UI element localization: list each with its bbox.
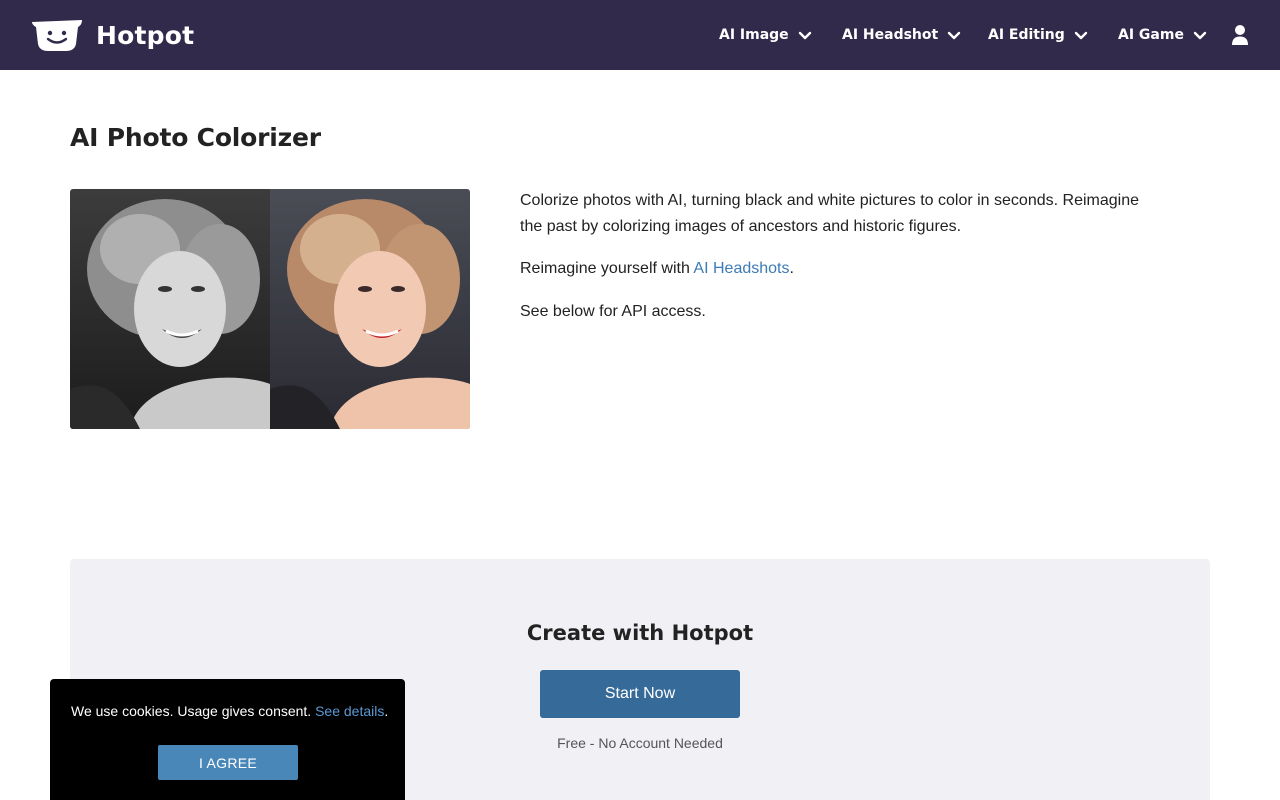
create-title: Create with Hotpot	[526, 621, 754, 645]
nav-ai-headshot-label: AI Headshot	[842, 27, 939, 43]
cookie-suffix: .	[384, 703, 389, 719]
nav-ai-editing-label: AI Editing	[988, 27, 1065, 43]
chevron-down-icon	[798, 31, 811, 39]
nav-ai-editing[interactable]: AI Editing	[988, 23, 1088, 47]
nav-ai-image-label: AI Image	[719, 27, 789, 43]
cookie-banner: We use cookies. Usage gives consent. See…	[50, 679, 405, 800]
cookie-details-link[interactable]: See details	[315, 703, 384, 719]
headshots-suffix: .	[789, 260, 794, 277]
page-title: AI Photo Colorizer	[70, 123, 321, 152]
cookie-agree-button[interactable]: I AGREE	[158, 745, 298, 780]
nav-ai-game-label: AI Game	[1118, 27, 1184, 43]
top-navbar: Hotpot AI Image AI Headshot AI Editing A…	[0, 0, 1280, 70]
cookie-message: We use cookies. Usage gives consent. See…	[71, 703, 401, 719]
chevron-down-icon	[1074, 31, 1087, 39]
api-paragraph: See below for API access.	[520, 303, 706, 320]
nav-ai-game[interactable]: AI Game	[1118, 23, 1207, 47]
chevron-down-icon	[1193, 31, 1207, 39]
colorized-portrait-illustration	[70, 189, 470, 429]
ai-headshots-link[interactable]: AI Headshots	[693, 260, 789, 277]
headshots-prefix: Reimagine yourself with	[520, 260, 694, 277]
home-logo-link[interactable]: Hotpot	[30, 17, 194, 53]
smiling-pot-icon	[32, 20, 82, 51]
intro-paragraph: Colorize photos with AI, turning black a…	[520, 192, 1139, 235]
user-icon[interactable]	[1230, 24, 1250, 46]
headshots-paragraph: Reimagine yourself with AI Headshots.	[520, 256, 1160, 282]
nav-ai-headshot[interactable]: AI Headshot	[842, 23, 961, 47]
brand-name: Hotpot	[96, 20, 195, 50]
before-after-portrait-image	[70, 189, 470, 429]
cookie-text: We use cookies. Usage gives consent.	[71, 703, 316, 719]
start-now-button[interactable]: Start Now	[540, 670, 740, 718]
nav-ai-image[interactable]: AI Image	[719, 23, 812, 47]
chevron-down-icon	[948, 31, 961, 39]
